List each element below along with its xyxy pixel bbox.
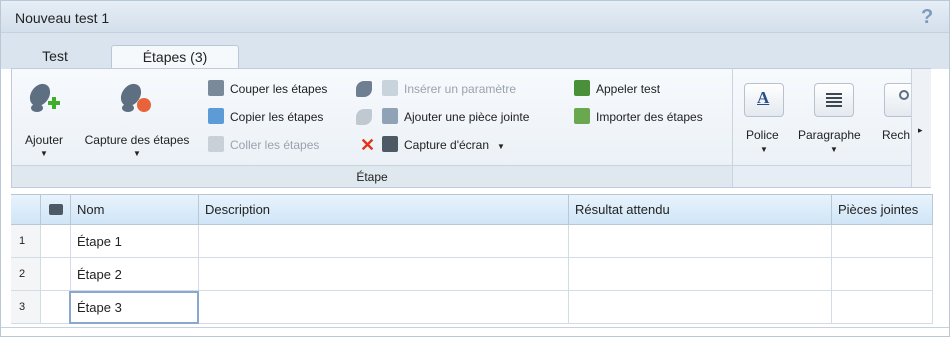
tab-strip: Test Étapes (3) [1,33,949,69]
row-camera-cell[interactable] [41,258,71,291]
capture-steps-dropdown-arrow: ▼ [133,149,141,158]
add-attachment-button[interactable]: Ajouter une pièce jointe [382,107,529,127]
ribbon-toolbar: Ajouter ▼ Capture des étapes ▼ Couper le… [11,68,931,188]
tab-test[interactable]: Test [15,45,95,69]
row-number: 3 [11,291,41,324]
paragraph-button[interactable]: Paragraphe [798,125,861,145]
paragraph-icon [826,93,842,107]
search-icon [899,90,909,100]
search-label: Rech [882,128,911,142]
import-steps-button[interactable]: Importer des étapes [574,107,703,127]
paragraph-label: Paragraphe [798,128,861,142]
delete-icon[interactable]: ✕ [360,136,376,154]
step-action-icon[interactable] [356,81,372,97]
step-name-cell[interactable]: Étape 2 [71,258,199,291]
screenshot-label: Capture d'écran [404,138,490,152]
step-attachments-cell[interactable] [832,291,933,324]
step-description-cell[interactable] [199,291,569,324]
copy-steps-button[interactable]: Copier les étapes [208,107,323,127]
insert-parameter-button[interactable]: Insérer un paramètre [382,79,516,99]
column-header-description[interactable]: Description [199,195,569,225]
scissors-icon [208,80,224,96]
step-action-disabled-icon[interactable] [356,109,372,125]
window-title: Nouveau test 1 [15,10,110,26]
search-icon-button[interactable] [884,83,911,117]
column-header-expected-result[interactable]: Résultat attendu [569,195,832,225]
row-number: 1 [11,225,41,258]
copy-steps-label: Copier les étapes [230,110,324,124]
paragraph-dropdown-arrow[interactable]: ▼ [830,145,838,154]
font-button[interactable]: Police [746,125,779,145]
add-step-icon [29,83,60,112]
add-step-label: Ajouter [24,133,64,147]
camera-icon [382,136,398,152]
paragraph-icon-button[interactable] [814,83,854,117]
call-test-button[interactable]: Appeler test [574,79,660,99]
cut-steps-button[interactable]: Couper les étapes [208,79,327,99]
help-icon[interactable]: ? [921,7,937,27]
search-button[interactable]: Rech [882,125,911,145]
call-test-label: Appeler test [596,82,661,96]
paste-steps-label: Coller les étapes [230,138,320,152]
column-header-attachments[interactable]: Pièces jointes [832,195,933,225]
row-number-header [11,195,41,225]
ribbon-group-label: Étape [356,170,388,184]
add-step-dropdown-arrow: ▼ [40,149,48,158]
ribbon-format-footer [733,165,911,187]
add-step-button[interactable]: Ajouter ▼ [16,77,72,163]
capture-steps-label: Capture des étapes [84,133,190,147]
parameter-icon [382,80,398,96]
screenshot-button[interactable]: Capture d'écran ▼ [382,135,505,155]
ribbon-group-footer: Étape [12,165,732,187]
font-icon: A [757,88,770,107]
row-camera-cell[interactable] [41,291,71,324]
step-expected-cell[interactable] [569,258,832,291]
add-attachment-label: Ajouter une pièce jointe [404,110,530,124]
step-name-cell[interactable]: Étape 1 [71,225,199,258]
step-description-cell[interactable] [199,225,569,258]
step-attachments-cell[interactable] [832,258,933,291]
steps-grid: Nom Description Résultat attendu Pièces … [11,194,933,324]
font-dropdown-arrow[interactable]: ▼ [760,145,768,154]
tab-etapes[interactable]: Étapes (3) [111,45,239,69]
step-expected-cell[interactable] [569,291,832,324]
attachment-icon [382,108,398,124]
camera-column-header[interactable] [41,195,71,225]
record-steps-icon [120,83,151,112]
import-icon [574,108,590,124]
chevron-right-icon: ▸ [918,125,923,135]
column-header-name[interactable]: Nom [71,195,199,225]
font-label: Police [746,128,779,142]
title-bar: Nouveau test 1 ? [1,1,949,33]
step-description-cell[interactable] [199,258,569,291]
import-steps-label: Importer des étapes [596,110,703,124]
screenshot-dropdown-arrow: ▼ [497,142,505,151]
cut-steps-label: Couper les étapes [230,82,328,96]
paste-icon [208,136,224,152]
row-camera-cell[interactable] [41,225,71,258]
step-expected-cell[interactable] [569,225,832,258]
font-icon-button[interactable]: A [744,83,784,117]
capture-steps-button[interactable]: Capture des étapes ▼ [74,77,200,163]
window-bottom-border [1,327,949,328]
camera-icon [49,204,63,215]
step-attachments-cell[interactable] [832,225,933,258]
paste-steps-button[interactable]: Coller les étapes [208,135,319,155]
step-name-cell-selected[interactable]: Étape 3 [69,291,199,324]
copy-icon [208,108,224,124]
insert-parameter-label: Insérer un paramètre [404,82,517,96]
call-test-icon [574,80,590,96]
test-window: Nouveau test 1 ? Test Étapes (3) Ajouter… [0,0,950,337]
ribbon-scroll-button[interactable]: ▸ [911,69,931,187]
row-number: 2 [11,258,41,291]
